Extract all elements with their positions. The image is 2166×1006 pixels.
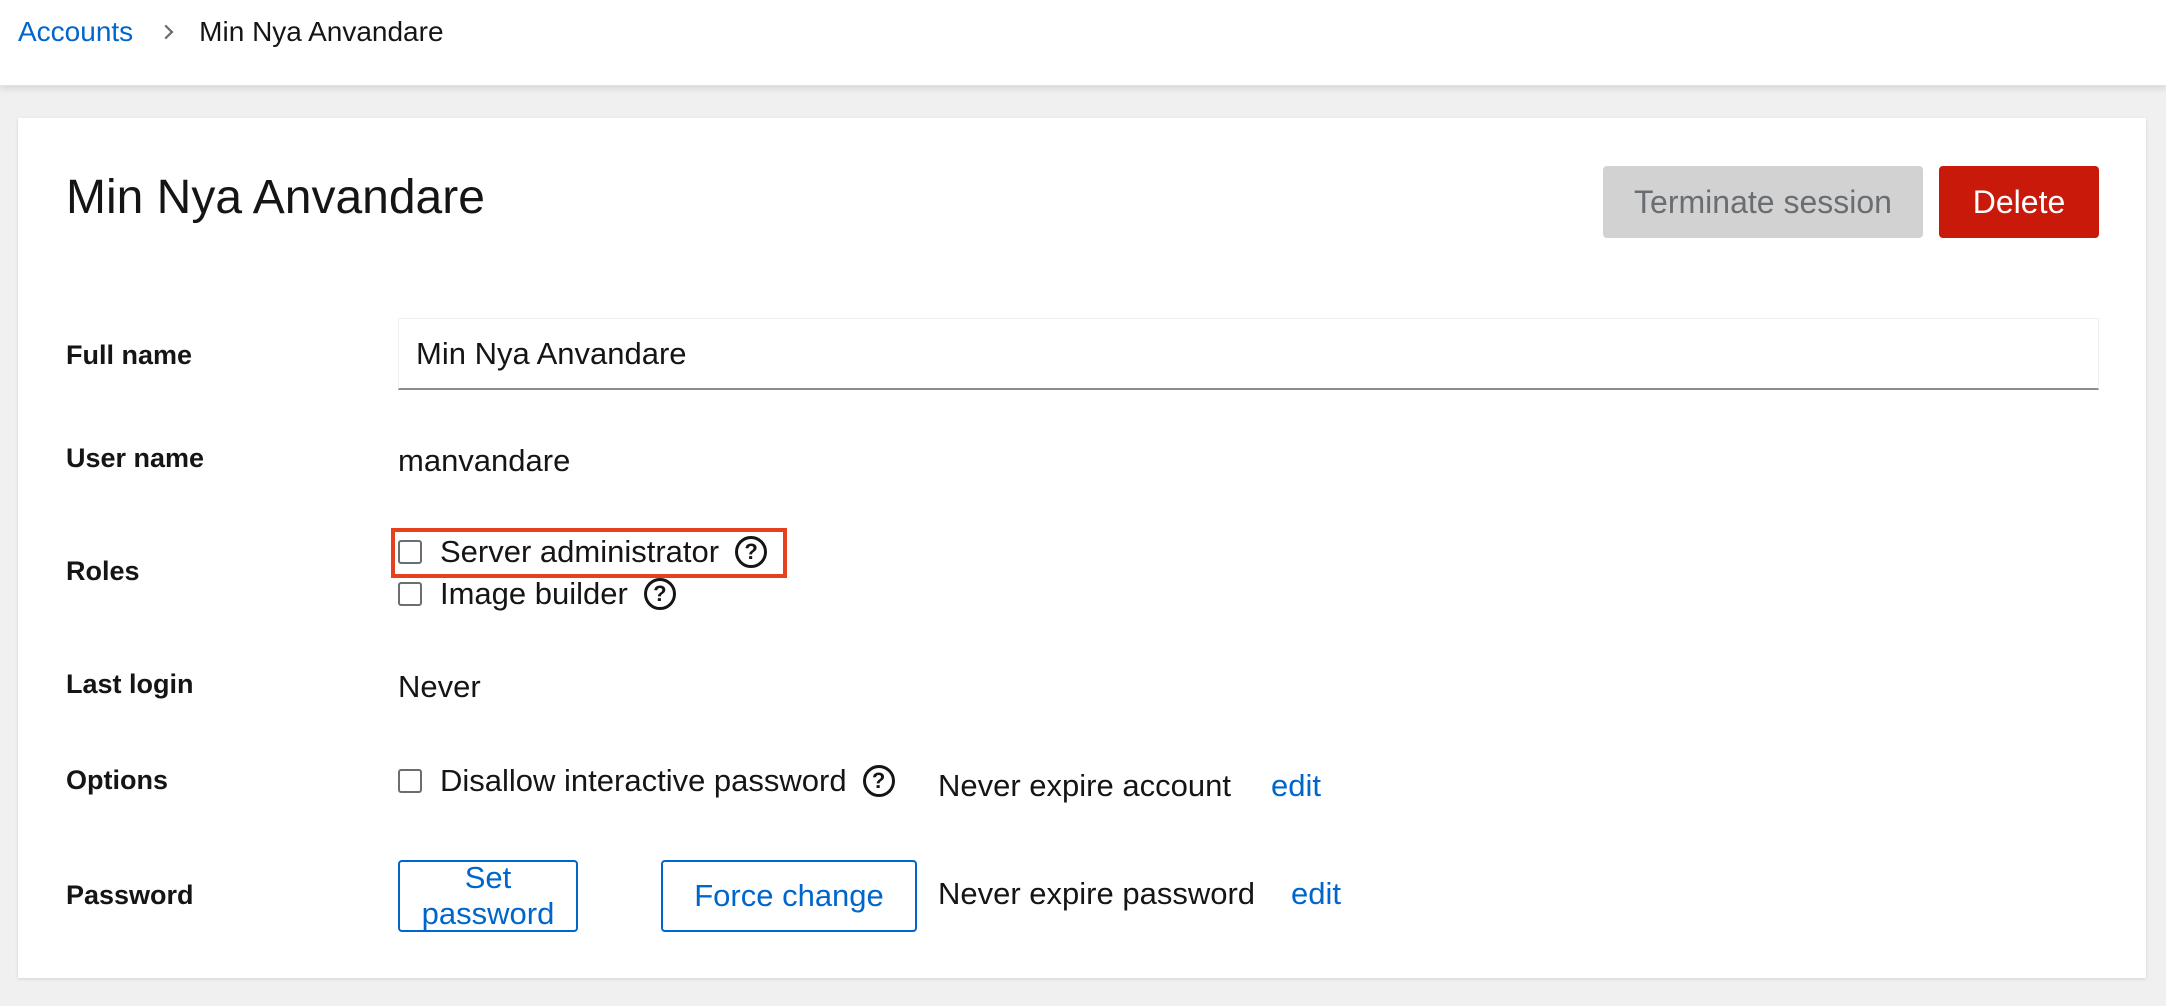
last-login-value: Never bbox=[398, 669, 481, 704]
chevron-right-icon bbox=[158, 24, 174, 40]
full-name-input[interactable]: Min Nya Anvandare bbox=[398, 318, 2099, 390]
edit-password-expiry-link[interactable]: edit bbox=[1291, 876, 1341, 912]
user-name-label: User name bbox=[66, 443, 205, 473]
role-image-builder: Image builder ? bbox=[398, 576, 676, 612]
question-circle-icon[interactable]: ? bbox=[862, 765, 895, 797]
disallow-interactive-password-checkbox[interactable] bbox=[398, 769, 422, 793]
user-name-value: manvandare bbox=[398, 443, 571, 478]
force-change-button[interactable]: Force change bbox=[661, 860, 917, 932]
password-expiry-text: Never expire password bbox=[938, 876, 1256, 911]
account-expiry-text: Never expire account bbox=[938, 768, 1231, 803]
page-title: Min Nya Anvandare bbox=[66, 171, 485, 224]
option-disallow-interactive-password: Disallow interactive password ? bbox=[398, 763, 895, 799]
breadcrumb-accounts-link[interactable]: Accounts bbox=[18, 16, 133, 48]
roles-label: Roles bbox=[66, 556, 140, 586]
edit-account-expiry-link[interactable]: edit bbox=[1271, 768, 1321, 804]
delete-button[interactable]: Delete bbox=[1939, 166, 2099, 238]
image-builder-label: Image builder bbox=[440, 576, 628, 611]
account-details-card: Min Nya Anvandare Terminate session Dele… bbox=[18, 118, 2146, 978]
breadcrumb-current: Min Nya Anvandare bbox=[199, 16, 444, 47]
breadcrumb: Accounts Min Nya Anvandare bbox=[18, 14, 444, 50]
set-password-button[interactable]: Set password bbox=[398, 860, 578, 932]
full-name-label: Full name bbox=[66, 340, 193, 370]
last-login-label: Last login bbox=[66, 669, 194, 699]
server-administrator-label: Server administrator bbox=[440, 534, 720, 569]
image-builder-checkbox[interactable] bbox=[398, 582, 422, 606]
options-label: Options bbox=[66, 765, 168, 795]
server-administrator-checkbox[interactable] bbox=[398, 540, 422, 564]
question-circle-icon[interactable]: ? bbox=[735, 536, 768, 568]
role-server-administrator: Server administrator ? bbox=[398, 534, 768, 570]
full-name-value: Min Nya Anvandare bbox=[416, 335, 687, 371]
disallow-interactive-password-label: Disallow interactive password bbox=[440, 763, 847, 798]
terminate-session-button[interactable]: Terminate session bbox=[1603, 166, 1923, 238]
top-bar: Accounts Min Nya Anvandare bbox=[0, 0, 2166, 86]
question-circle-icon[interactable]: ? bbox=[643, 578, 676, 610]
password-label: Password bbox=[66, 880, 194, 910]
